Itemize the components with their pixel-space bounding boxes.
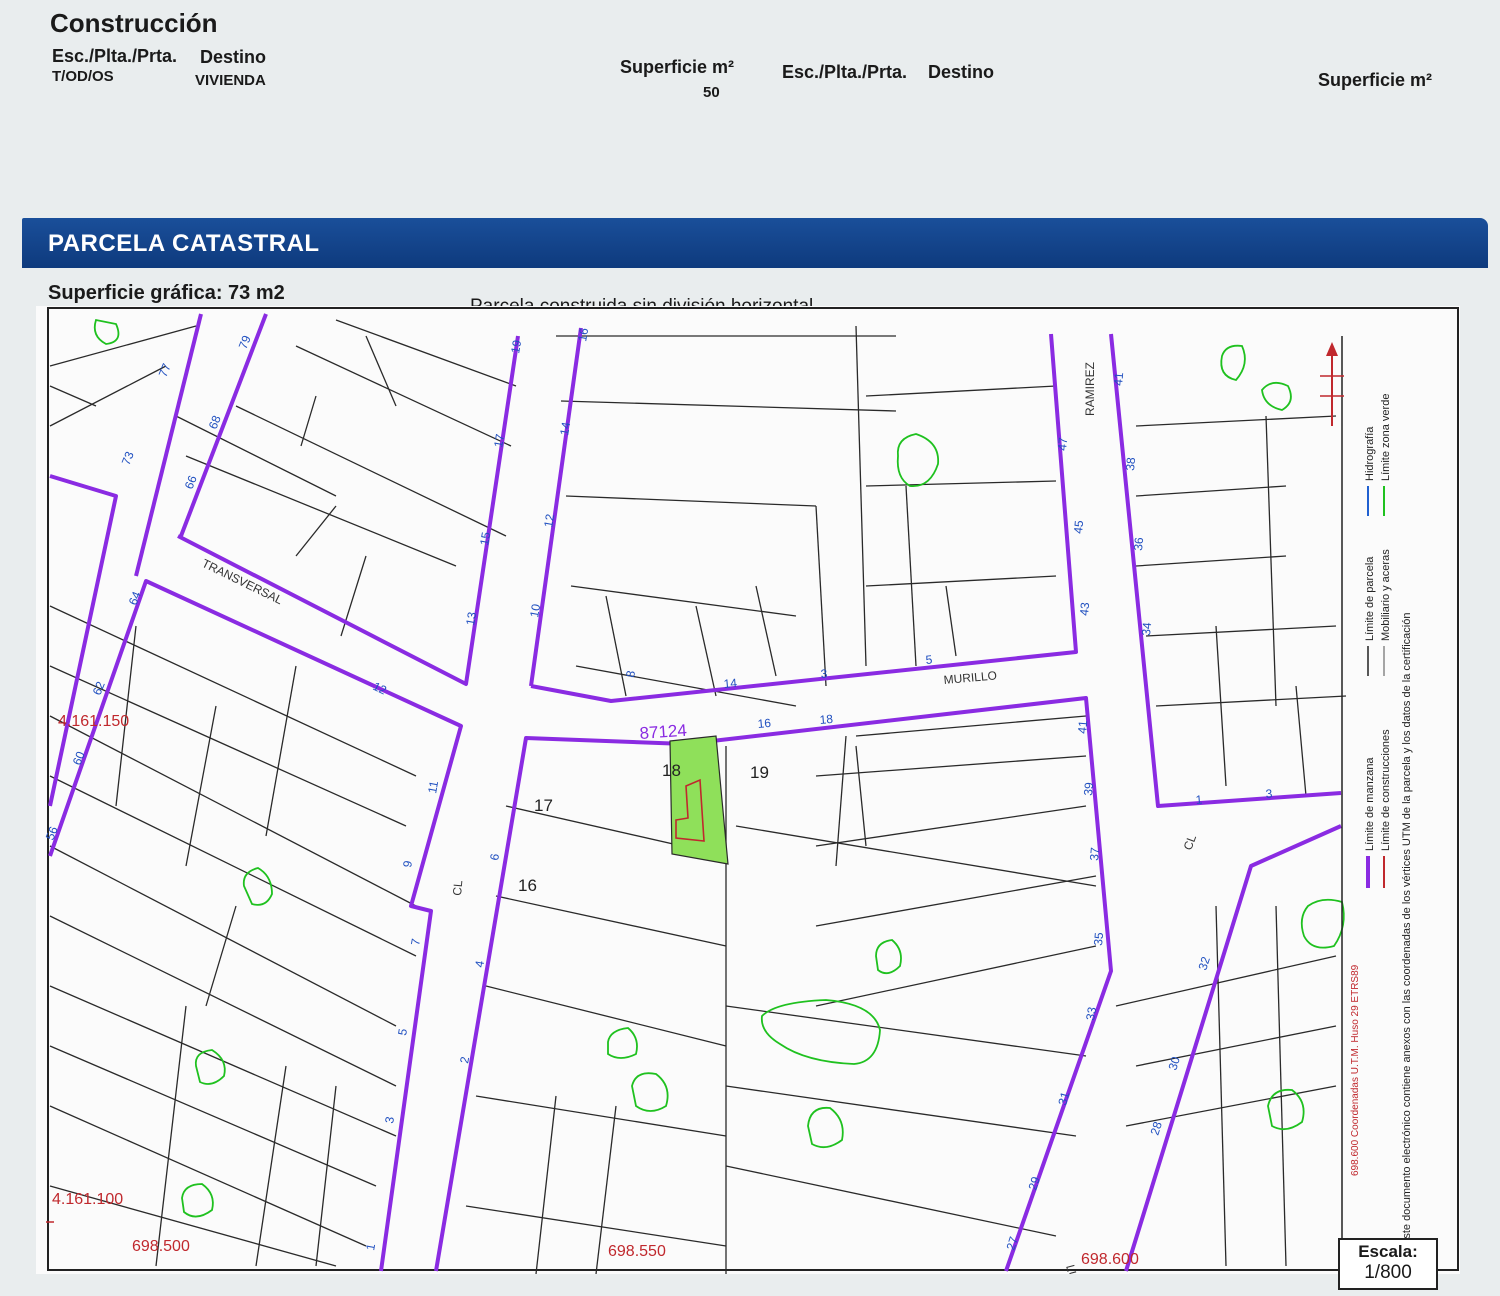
house-number: 38 bbox=[1123, 456, 1138, 471]
utm-x-label: 698.500 bbox=[132, 1238, 190, 1255]
house-number: 12 bbox=[541, 513, 557, 529]
col-destino-label: Destino bbox=[200, 47, 267, 67]
house-number: 35 bbox=[1091, 931, 1106, 946]
legend-zona-verde: Límite zona verde bbox=[1380, 394, 1392, 481]
row-superficie-value: 50 bbox=[703, 84, 720, 101]
street-ramirez: RAMIREZ bbox=[1083, 362, 1097, 416]
col-superficie-label-2: Superficie m² bbox=[1318, 70, 1433, 90]
map-frame bbox=[47, 307, 1459, 1271]
superficie-grafica: Superficie gráfica: 73 m2 bbox=[48, 282, 285, 304]
house-number: 36 bbox=[1131, 536, 1146, 551]
col-esc-label: Esc./Plta./Prta. bbox=[52, 46, 178, 66]
house-number: 14 bbox=[723, 676, 738, 691]
col-destino-label-2: Destino bbox=[928, 62, 995, 82]
house-number: 37 bbox=[1087, 846, 1102, 861]
row-destino-value: VIVIENDA bbox=[195, 72, 266, 89]
house-number: 33 bbox=[1083, 1006, 1099, 1022]
house-number: 13 bbox=[463, 611, 479, 627]
street-cl-1: CL bbox=[450, 879, 465, 896]
row-esc-value: T/OD/OS bbox=[52, 68, 114, 85]
house-number: 47 bbox=[1055, 436, 1070, 451]
house-number: 16 bbox=[575, 327, 591, 343]
legend-coords-note: 698.600 Coordenadas U.T.M. Huso 29 ETRS8… bbox=[1350, 964, 1361, 1176]
house-number: 41 bbox=[1111, 371, 1126, 386]
legend-manzana: Límite de manzana bbox=[1364, 757, 1376, 851]
house-number: 16 bbox=[757, 716, 772, 731]
legend-disclaimer: Este documento electrónico contiene anex… bbox=[1401, 613, 1413, 1246]
col-superficie-label: Superficie m² bbox=[620, 57, 735, 77]
house-number: 39 bbox=[1081, 781, 1096, 796]
banner-title: PARCELA CATASTRAL bbox=[48, 230, 320, 257]
legend-mobiliario: Mobiliario y aceras bbox=[1380, 549, 1392, 641]
house-number: 34 bbox=[1139, 621, 1154, 636]
scale-label: Escala: bbox=[1358, 1242, 1418, 1261]
scale-box: Escala: 1/800 bbox=[1338, 1238, 1438, 1290]
house-number: 41 bbox=[1075, 719, 1090, 734]
section-title-construccion: Construcción bbox=[50, 8, 218, 38]
house-number: 45 bbox=[1071, 519, 1086, 534]
house-number: 15 bbox=[477, 531, 493, 547]
legend-hidrografia: Hidrografía bbox=[1364, 426, 1376, 481]
house-number: 19 bbox=[508, 339, 524, 355]
parcel-number: 17 bbox=[534, 796, 553, 815]
cadastral-map[interactable]: TRANSVERSAL RAMIREZ MURILLO CL LUCIA CL … bbox=[36, 306, 1460, 1274]
house-number: 14 bbox=[557, 421, 573, 437]
utm-y-label: 4.161.150 bbox=[58, 713, 129, 730]
block-id: 87124 bbox=[639, 721, 687, 743]
legend-construcciones: Límite de construcciones bbox=[1380, 729, 1392, 851]
utm-y-label: 4.161.100 bbox=[52, 1191, 123, 1208]
legend-parcela: Límite de parcela bbox=[1364, 556, 1376, 641]
scale-value: 1/800 bbox=[1364, 1262, 1412, 1283]
parcel-number: 16 bbox=[518, 876, 537, 895]
house-number: 10 bbox=[527, 603, 543, 619]
parcel-number: 19 bbox=[750, 763, 769, 782]
utm-x-label: 698.550 bbox=[608, 1243, 666, 1260]
parcela-catastral-banner: PARCELA CATASTRAL bbox=[22, 218, 1488, 268]
house-number: 17 bbox=[491, 433, 507, 449]
utm-x-label: 698.600 bbox=[1081, 1251, 1139, 1268]
parcel-number: 18 bbox=[662, 761, 681, 780]
house-number: 43 bbox=[1077, 601, 1092, 616]
col-esc-label-2: Esc./Plta./Prta. bbox=[782, 62, 908, 82]
house-number: 18 bbox=[819, 712, 834, 727]
